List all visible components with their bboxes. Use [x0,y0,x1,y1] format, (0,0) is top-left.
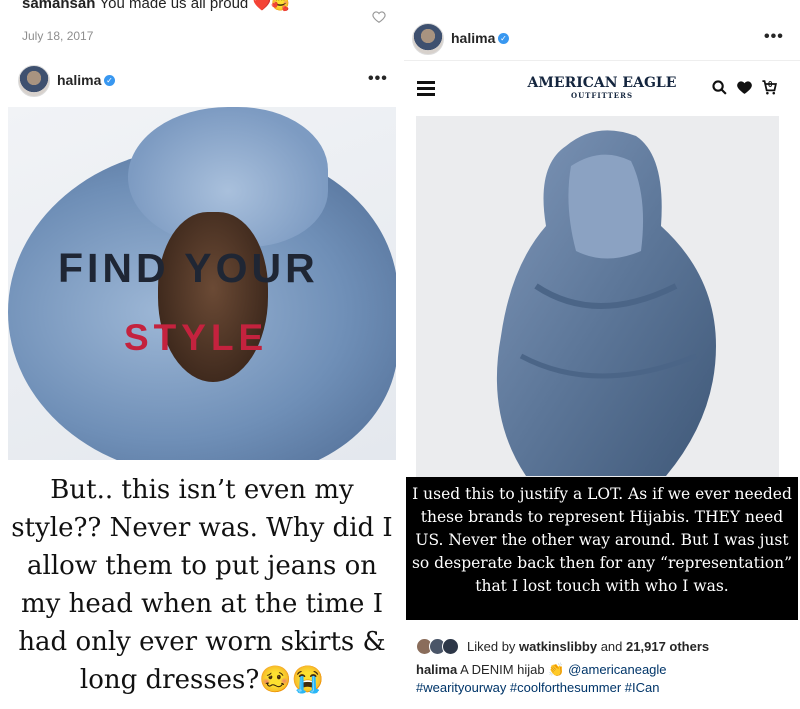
story-caption: I used this to justify a LOT. As if we e… [406,477,798,620]
likes-row: Liked by watkinslibby and 21,917 others [416,638,709,655]
avatar[interactable] [412,23,444,55]
left-story-panel: samansah You made us all proud ❤️🥰 July … [0,0,397,709]
avatar[interactable] [18,65,50,97]
post-caption: halima A DENIM hijab 👏 @americaneagle #w… [416,661,796,697]
cart-count: 0 [768,80,773,89]
verified-badge-icon: ✓ [104,75,115,86]
heart-icon[interactable] [736,79,753,96]
post-username[interactable]: halima [57,72,101,88]
caption-username[interactable]: halima [416,662,457,677]
ad-headline: FIND YOUR [58,245,319,291]
story-caption: But.. this isn’t even my style?? Never w… [8,461,396,709]
comment-text: You made us all proud [99,0,249,12]
ad-subheadline: STYLE [124,317,269,358]
mention-link[interactable]: @americaneagle [568,662,666,677]
more-options-icon[interactable]: ••• [368,70,388,88]
comment-emoji: ❤️🥰 [252,0,290,12]
post-photo: FIND YOUR STYLE [8,107,396,460]
comment-row: samansah You made us all proud ❤️🥰 [22,0,290,12]
store-icons: 0 [711,79,778,96]
verified-badge-icon: ✓ [498,33,509,44]
post-username[interactable]: halima [451,30,495,46]
hashtags[interactable]: #wearityourway #coolforthesummer #ICan [416,680,660,695]
cart-icon[interactable]: 0 [761,79,778,96]
comment-date: July 18, 2017 [22,29,94,43]
divider [397,0,404,709]
liked-by-user[interactable]: watkinslibby [519,639,597,654]
post-header: halima ✓ ••• [0,58,397,102]
likes-count[interactable]: 21,917 others [626,639,709,654]
store-header: AMERICAN EAGLE OUTFITTERS 0 [404,60,800,116]
likes-prefix: Liked by [467,639,516,654]
likes-and: and [600,639,623,654]
caption-text: A DENIM hijab 👏 [460,662,565,677]
liker-avatars [416,638,459,655]
avatar[interactable] [442,638,459,655]
denim-hijab-image [496,130,716,476]
post-header: halima ✓ ••• [404,16,800,60]
heart-outline-icon[interactable] [372,10,386,24]
comment-username[interactable]: samansah [22,0,95,12]
search-icon[interactable] [711,79,728,96]
more-options-icon[interactable]: ••• [764,28,784,46]
right-story-panel: halima ✓ ••• AMERICAN EAGLE OUTFITTERS 0 [404,0,800,709]
product-photo [416,116,779,486]
